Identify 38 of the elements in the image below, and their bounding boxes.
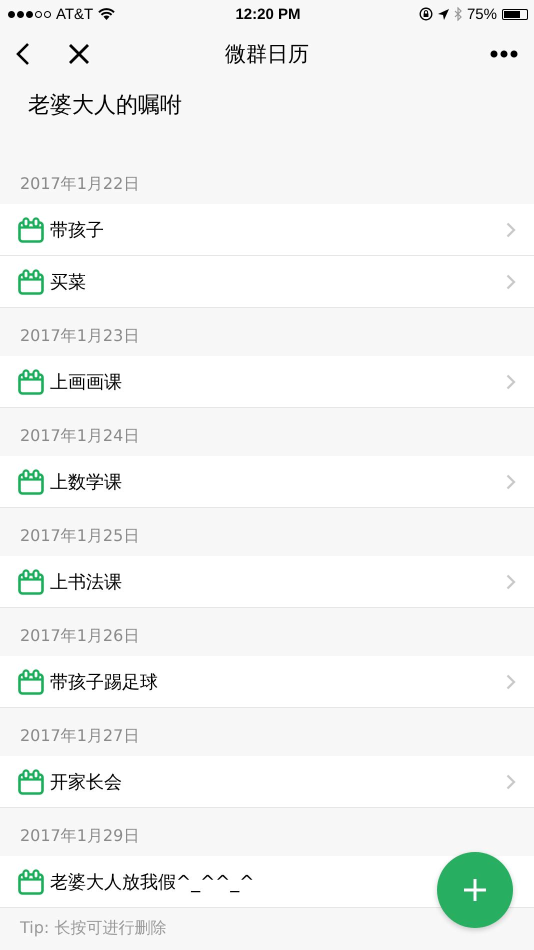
date-header: 2017年1月29日	[19, 825, 140, 847]
tip-text: Tip: 长按可进行删除	[19, 917, 168, 939]
calendar-icon	[18, 868, 44, 894]
location-icon	[438, 8, 449, 20]
bluetooth-icon	[454, 7, 462, 21]
status-time: 12:20 PM	[235, 6, 301, 22]
date-header: 2017年1月25日	[19, 525, 140, 547]
calendar-icon	[18, 268, 44, 294]
date-header: 2017年1月23日	[19, 325, 140, 347]
event-item[interactable]: 带孩子踢足球	[0, 656, 534, 708]
calendar-icon	[18, 216, 44, 242]
event-item[interactable]: 上画画课	[0, 356, 534, 408]
date-header: 2017年1月24日	[19, 425, 140, 447]
more-icon[interactable]	[490, 50, 518, 58]
event-item[interactable]: 带孩子	[0, 204, 534, 256]
wifi-icon	[98, 8, 116, 20]
back-icon[interactable]	[16, 42, 30, 66]
calendar-icon	[18, 368, 44, 394]
rotation-lock-icon	[418, 7, 433, 21]
battery-percent: 75%	[466, 6, 497, 22]
date-header: 2017年1月27日	[19, 725, 140, 747]
battery-icon	[502, 8, 528, 20]
date-header: 2017年1月26日	[19, 625, 140, 647]
date-header: 2017年1月22日	[19, 173, 140, 195]
calendar-icon	[18, 568, 44, 594]
carrier-name: AT&T	[56, 6, 94, 22]
signal-icon	[8, 10, 51, 18]
calendar-icon	[18, 668, 44, 694]
event-item[interactable]: 上数学课	[0, 456, 534, 508]
event-item[interactable]: 买菜	[0, 256, 534, 308]
plus-icon[interactable]	[462, 877, 488, 903]
event-item[interactable]: 上书法课	[0, 556, 534, 608]
event-item[interactable]: 开家长会	[0, 756, 534, 808]
calendar-icon	[18, 768, 44, 794]
add-button[interactable]	[437, 852, 513, 928]
window-title: 微群日历	[225, 41, 309, 68]
page-heading: 老婆大人的嘱咐	[27, 92, 183, 120]
calendar-icon	[18, 468, 44, 494]
